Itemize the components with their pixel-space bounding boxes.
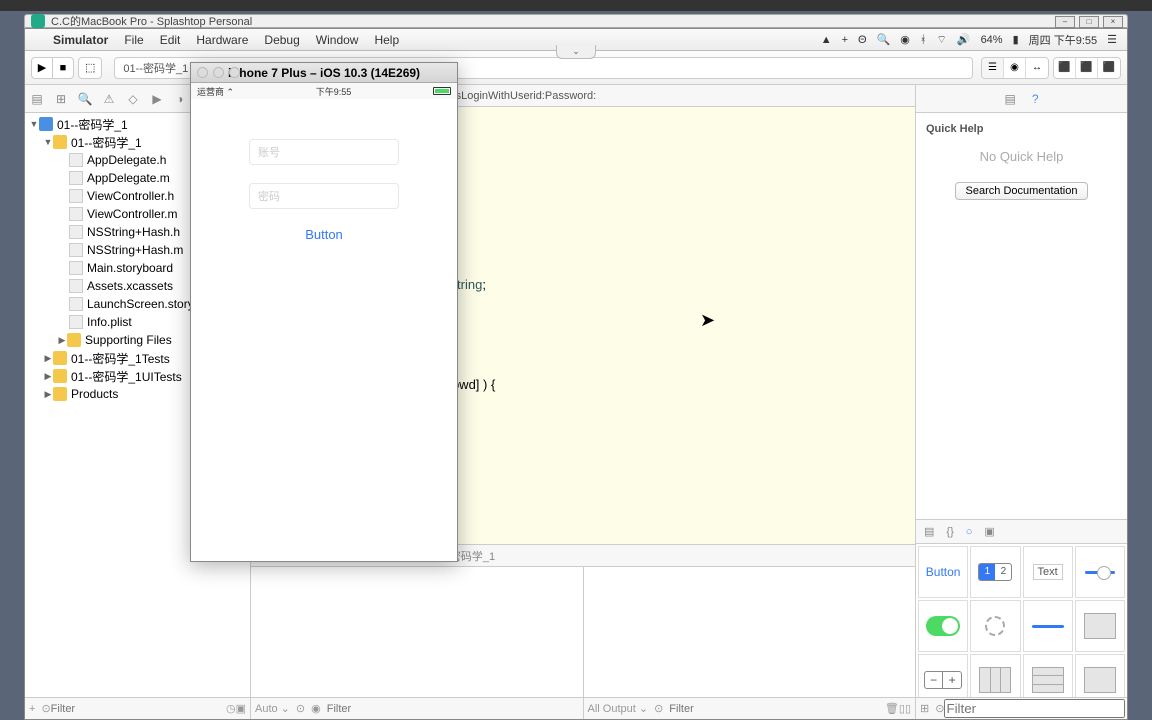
run-button[interactable]: ▶: [31, 57, 53, 79]
debug-nav-icon[interactable]: ▶: [149, 91, 165, 107]
lib-stack-h[interactable]: [970, 654, 1020, 697]
hammer-icon[interactable]: ▲: [821, 34, 832, 46]
search-documentation-button[interactable]: Search Documentation: [955, 182, 1089, 200]
bottom-panel-icon[interactable]: ⬛: [1076, 58, 1098, 78]
output-selector[interactable]: All Output ⌄: [588, 702, 649, 715]
theta-icon[interactable]: Θ: [858, 34, 867, 46]
status-time: 下午9:55: [316, 85, 352, 98]
filter-icon: ⊙: [935, 702, 944, 715]
object-library: ▤ {} ○ ▣ Button 12 Text −+: [916, 519, 1127, 719]
lib-textfield[interactable]: Text: [1023, 546, 1073, 598]
console-filter[interactable]: [669, 703, 879, 715]
test-nav-icon[interactable]: ◇: [125, 91, 141, 107]
carrier-label: 运营商 ⌃: [197, 85, 234, 98]
search-nav-icon[interactable]: 🔍: [77, 91, 93, 107]
file-inspector-icon[interactable]: ▤: [1004, 92, 1015, 106]
standard-editor-icon[interactable]: ☰: [982, 58, 1004, 78]
grid-icon[interactable]: ⊞: [920, 702, 929, 715]
password-field[interactable]: 密码: [249, 183, 399, 209]
plus-icon[interactable]: +: [842, 34, 848, 46]
lib-switch[interactable]: [918, 600, 968, 652]
trash-icon[interactable]: 🗑: [885, 702, 899, 715]
right-panel-icon[interactable]: ⬛: [1098, 58, 1120, 78]
close-button[interactable]: ×: [1103, 16, 1123, 28]
username-field[interactable]: 账号: [249, 139, 399, 165]
clock-icon[interactable]: ◷: [226, 702, 236, 715]
lib-stepper[interactable]: −+: [918, 654, 968, 697]
scheme-button[interactable]: ⬚: [78, 57, 102, 79]
maximize-button[interactable]: □: [1079, 16, 1099, 28]
filter-icon: ⊙: [41, 702, 50, 715]
sim-close-button[interactable]: [197, 67, 208, 78]
menu-edit[interactable]: Edit: [160, 33, 181, 47]
lib-pageview[interactable]: [1075, 600, 1125, 652]
lib-table[interactable]: [1075, 654, 1125, 697]
safari-icon[interactable]: ◉: [900, 33, 910, 46]
menu-window[interactable]: Window: [316, 33, 359, 47]
splashtop-icon: [31, 14, 45, 28]
quick-help-icon[interactable]: ?: [1032, 92, 1039, 106]
version-editor-icon[interactable]: ↔: [1026, 58, 1048, 78]
simulator-titlebar[interactable]: iPhone 7 Plus – iOS 10.3 (14E269): [191, 63, 457, 83]
filter-input[interactable]: [51, 703, 226, 715]
quick-help-title: Quick Help: [926, 123, 1117, 135]
lib-slider[interactable]: [1075, 546, 1125, 598]
remote-window-titlebar: C.C的MacBook Pro - Splashtop Personal – □…: [24, 14, 1128, 28]
variables-filter[interactable]: [327, 703, 579, 715]
no-help-message: No Quick Help: [926, 149, 1117, 164]
lib-progress[interactable]: [1023, 600, 1073, 652]
sim-minimize-button[interactable]: [213, 67, 224, 78]
lib-button[interactable]: Button: [918, 546, 968, 598]
inspector-tabs[interactable]: ▤ ?: [916, 85, 1127, 113]
minimize-button[interactable]: –: [1055, 16, 1075, 28]
code-snippet-icon[interactable]: {}: [946, 526, 953, 538]
lib-stack-v[interactable]: [1023, 654, 1073, 697]
battery-icon: ▮: [1013, 33, 1019, 46]
ios-simulator-window[interactable]: iPhone 7 Plus – iOS 10.3 (14E269) 运营商 ⌃ …: [190, 62, 458, 562]
assistant-editor-icon[interactable]: ◉: [1004, 58, 1026, 78]
scope-selector[interactable]: Auto ⌄: [255, 702, 290, 715]
library-filter[interactable]: [944, 699, 1125, 718]
menu-file[interactable]: File: [124, 33, 143, 47]
menu-help[interactable]: Help: [374, 33, 399, 47]
battery-percent[interactable]: 64%: [981, 34, 1003, 46]
symbol-nav-icon[interactable]: ⊞: [53, 91, 69, 107]
bluetooth-icon[interactable]: ᚼ: [920, 34, 927, 46]
volume-icon[interactable]: 🔊: [957, 33, 971, 46]
clock[interactable]: 周四 下午9:55: [1029, 32, 1097, 48]
ios-status-bar: 运营商 ⌃ 下午9:55: [191, 83, 457, 99]
notification-icon[interactable]: ☰: [1107, 33, 1117, 46]
file-nav-icon[interactable]: ▤: [29, 91, 45, 107]
sim-zoom-button[interactable]: [229, 67, 240, 78]
menu-debug[interactable]: Debug: [264, 33, 299, 47]
lib-segmented[interactable]: 12: [970, 546, 1020, 598]
menu-hardware[interactable]: Hardware: [196, 33, 248, 47]
stop-button[interactable]: ■: [52, 57, 74, 79]
media-library-icon[interactable]: ▣: [984, 525, 994, 538]
spotlight-icon[interactable]: 🔍: [877, 33, 891, 46]
variables-view[interactable]: [251, 567, 583, 697]
panel-visibility-group[interactable]: ⬛ ⬛ ⬛: [1053, 57, 1121, 79]
wifi-icon[interactable]: ⌔: [937, 33, 947, 47]
file-template-icon[interactable]: ▤: [924, 525, 934, 538]
tab-dropdown[interactable]: ⌄: [556, 45, 596, 59]
left-panel-icon[interactable]: ⬛: [1054, 58, 1076, 78]
editor-mode-group[interactable]: ☰ ◉ ↔: [981, 57, 1049, 79]
console-output[interactable]: [584, 567, 916, 697]
lib-activity[interactable]: [970, 600, 1020, 652]
battery-indicator: [433, 87, 451, 95]
right-pane-icon[interactable]: ▯: [905, 702, 911, 715]
add-icon[interactable]: +: [29, 703, 35, 715]
navigator-filter[interactable]: + ⊙ ◷ ▣: [25, 697, 250, 719]
scm-icon[interactable]: ▣: [236, 702, 246, 715]
object-library-icon[interactable]: ○: [966, 526, 973, 538]
debug-area: ▢ ▮ ▶ ⤵ ↓ ↑ ⬚ ◫ ➤ ⬚ 01--密码学_1: [251, 544, 915, 719]
bc-method[interactable]: -isLoginWithUserid:Password:: [450, 90, 597, 102]
app-menu[interactable]: Simulator: [53, 33, 108, 47]
breakpoint-nav-icon[interactable]: ◗: [173, 91, 189, 107]
issue-nav-icon[interactable]: ⚠: [101, 91, 117, 107]
utilities-panel: ▤ ? Quick Help No Quick Help Search Docu…: [915, 85, 1127, 719]
login-button[interactable]: Button: [211, 227, 437, 242]
